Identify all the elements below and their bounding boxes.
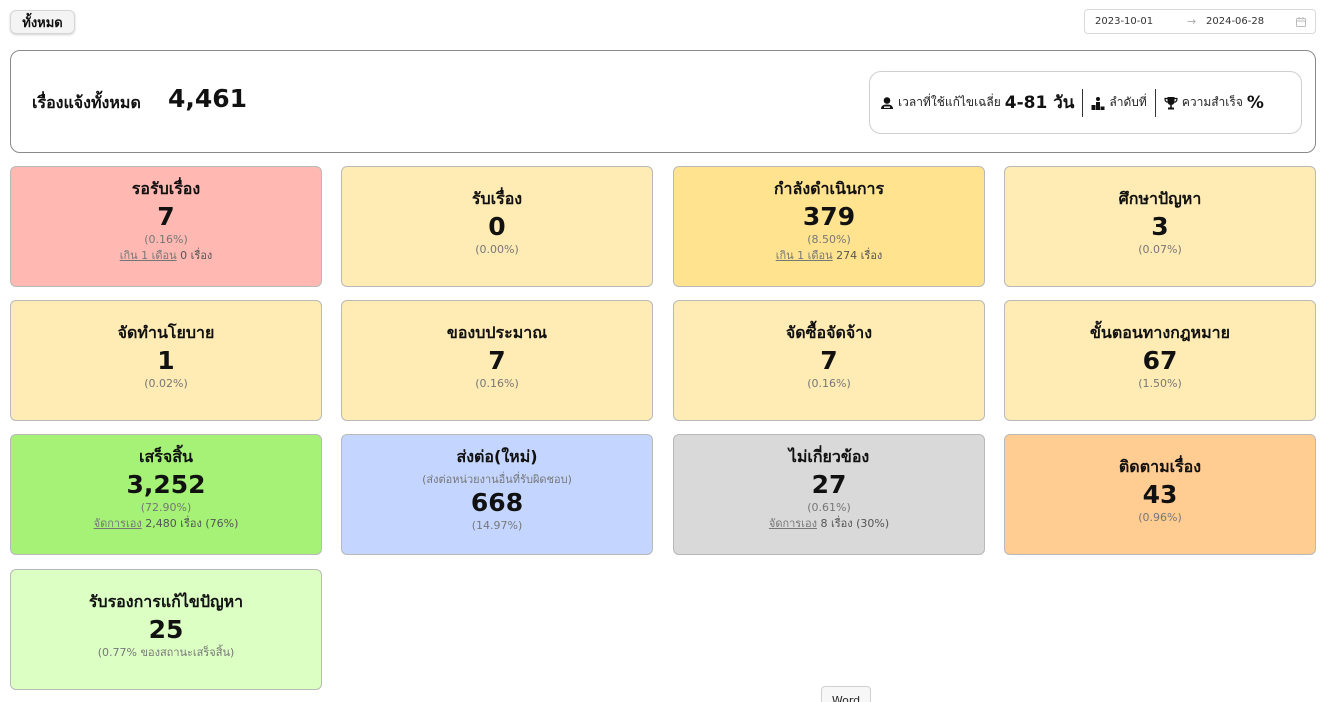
status-card-title: ติดตามเรื่อง [1118, 457, 1202, 476]
status-card-percent: (0.16%) [144, 233, 188, 246]
summary-panel: เรื่องแจ้งทั้งหมด 4,461 เวลาที่ใช้แก้ไขเ… [10, 50, 1316, 153]
status-card[interactable]: ขั้นตอนทางกฎหมาย 67 (1.50%) [1004, 300, 1316, 421]
total-complaints-value: 4,461 [168, 84, 248, 113]
date-range-arrow: → [1187, 15, 1197, 28]
status-card-title: ขั้นตอนทางกฎหมาย [1089, 323, 1231, 342]
status-card[interactable]: รับเรื่อง 0 (0.00%) [341, 166, 653, 287]
success-value: % [1246, 92, 1264, 113]
status-card[interactable]: รับรองการแก้ไขปัญหา 25 (0.77% ของสถานะเสร็… [10, 569, 322, 690]
status-card[interactable]: ศึกษาปัญหา 3 (0.07%) [1004, 166, 1316, 287]
date-range-picker[interactable]: 2023-10-01 → 2024-06-28 [1084, 9, 1316, 34]
status-card-title: ไม่เกี่ยวข้อง [788, 447, 870, 466]
status-card-extra: จัดการเอง 8 เรื่อง (30%) [674, 516, 984, 532]
status-card-title: จัดทำนโยบาย [117, 323, 215, 342]
status-card-value: 1 [157, 346, 175, 375]
rank-stat: ลำดับที่ [1091, 93, 1147, 112]
status-card-title: กำลังดำเนินการ [773, 179, 885, 198]
status-card-subtitle: (ส่งต่อหน่วยงานอื่นที่รับผิดชอบ) [422, 473, 572, 486]
status-card-title: ศึกษาปัญหา [1118, 189, 1202, 208]
status-card-title: รับรองการแก้ไขปัญหา [88, 592, 244, 611]
total-complaints-label: เรื่องแจ้งทั้งหมด [32, 93, 141, 112]
avg-time-stat: เวลาที่ใช้แก้ไขเฉลี่ย 4-81 วัน [880, 89, 1074, 116]
success-label: ความสำเร็จ [1181, 95, 1243, 109]
status-card-extra-link[interactable]: เกิน 1 เดือน [776, 249, 833, 262]
status-card-value: 25 [148, 615, 184, 644]
status-card-value: 0 [488, 212, 506, 241]
status-card-extra-text: 0 เรื่อง [176, 249, 213, 262]
status-card-value: 43 [1142, 480, 1178, 509]
date-end[interactable]: 2024-06-28 [1206, 16, 1264, 27]
status-card-extra: จัดการเอง 2,480 เรื่อง (76%) [11, 516, 321, 532]
status-card-title: รอรับเรื่อง [131, 179, 201, 198]
date-start[interactable]: 2023-10-01 [1095, 16, 1153, 27]
status-card-extra-link[interactable]: เกิน 1 เดือน [120, 249, 177, 262]
status-card[interactable]: ติดตามเรื่อง 43 (0.96%) [1004, 434, 1316, 555]
status-card-percent: (0.16%) [475, 377, 519, 390]
status-card-percent: (1.50%) [1138, 377, 1182, 390]
status-card-percent: (0.96%) [1138, 511, 1182, 524]
status-card-value: 379 [802, 202, 856, 231]
status-card-percent: (0.02%) [144, 377, 188, 390]
stats-pill: เวลาที่ใช้แก้ไขเฉลี่ย 4-81 วัน ลำดับที่ … [869, 71, 1302, 134]
status-card[interactable]: ไม่เกี่ยวข้อง 27 (0.61%) จัดการเอง 8 เรื่อง… [673, 434, 985, 555]
status-card-extra-text: 8 เรื่อง (30%) [816, 517, 890, 530]
status-card-value: 3 [1151, 212, 1169, 241]
word-tab[interactable]: Word [821, 686, 871, 702]
status-card-extra-text: 274 เรื่อง [832, 249, 883, 262]
status-card[interactable]: รอรับเรื่อง 7 (0.16%) เกิน 1 เดือน 0 เรื่อง [10, 166, 322, 287]
filter-all-button[interactable]: ทั้งหมด [10, 10, 75, 34]
status-card-value: 27 [811, 470, 847, 499]
status-card-percent: (0.77% ของสถานะเสร็จสิ้น) [97, 646, 235, 659]
status-card-title: เสร็จสิ้น [139, 447, 193, 466]
user-clock-icon [881, 96, 893, 109]
status-card[interactable]: กำลังดำเนินการ 379 (8.50%) เกิน 1 เดือน 274… [673, 166, 985, 287]
stats-divider [1154, 88, 1156, 117]
status-card-value: 7 [157, 202, 175, 231]
status-card-extra: เกิน 1 เดือน 0 เรื่อง [11, 248, 321, 264]
status-card-value: 668 [470, 488, 524, 517]
status-card-percent: (0.16%) [807, 377, 851, 390]
status-card-extra-link[interactable]: จัดการเอง [94, 517, 142, 530]
status-card-title: ของบประมาณ [446, 323, 548, 342]
status-card-percent: (72.90%) [140, 501, 192, 514]
status-card-value: 67 [1142, 346, 1178, 375]
status-card-extra: เกิน 1 เดือน 274 เรื่อง [674, 248, 984, 264]
stats-divider [1082, 88, 1084, 117]
status-card-extra-link[interactable]: จัดการเอง [769, 517, 817, 530]
status-card-extra-text: 2,480 เรื่อง (76%) [141, 517, 239, 530]
success-stat: ความสำเร็จ % [1164, 93, 1264, 113]
status-card-percent: (14.97%) [471, 519, 523, 532]
status-card-value: 7 [488, 346, 506, 375]
status-card[interactable]: เสร็จสิ้น 3,252 (72.90%) จัดการเอง 2,480 เร… [10, 434, 322, 555]
status-card[interactable]: ของบประมาณ 7 (0.16%) [341, 300, 653, 421]
status-card-value: 3,252 [126, 470, 206, 499]
status-card[interactable]: ส่งต่อ(ใหม่) (ส่งต่อหน่วยงานอื่นที่รับผิด… [341, 434, 653, 555]
status-card-title: รับเรื่อง [471, 189, 523, 208]
status-card-percent: (0.61%) [807, 501, 851, 514]
status-card[interactable]: จัดซื้อจัดจ้าง 7 (0.16%) [673, 300, 985, 421]
avg-time-value: 4-81 วัน [1004, 93, 1075, 113]
rank-label: ลำดับที่ [1109, 95, 1147, 109]
trophy-icon [1164, 96, 1178, 109]
calendar-icon[interactable] [1296, 17, 1306, 27]
status-card-percent: (0.00%) [475, 243, 519, 256]
status-card-percent: (0.07%) [1138, 243, 1182, 256]
podium-icon [1091, 96, 1105, 110]
avg-time-label: เวลาที่ใช้แก้ไขเฉลี่ย [898, 95, 1001, 109]
status-card-percent: (8.50%) [807, 233, 851, 246]
status-card-title: จัดซื้อจัดจ้าง [785, 323, 873, 342]
status-card-title: ส่งต่อ(ใหม่) [456, 447, 538, 466]
status-card[interactable]: จัดทำนโยบาย 1 (0.02%) [10, 300, 322, 421]
status-card-value: 7 [820, 346, 838, 375]
